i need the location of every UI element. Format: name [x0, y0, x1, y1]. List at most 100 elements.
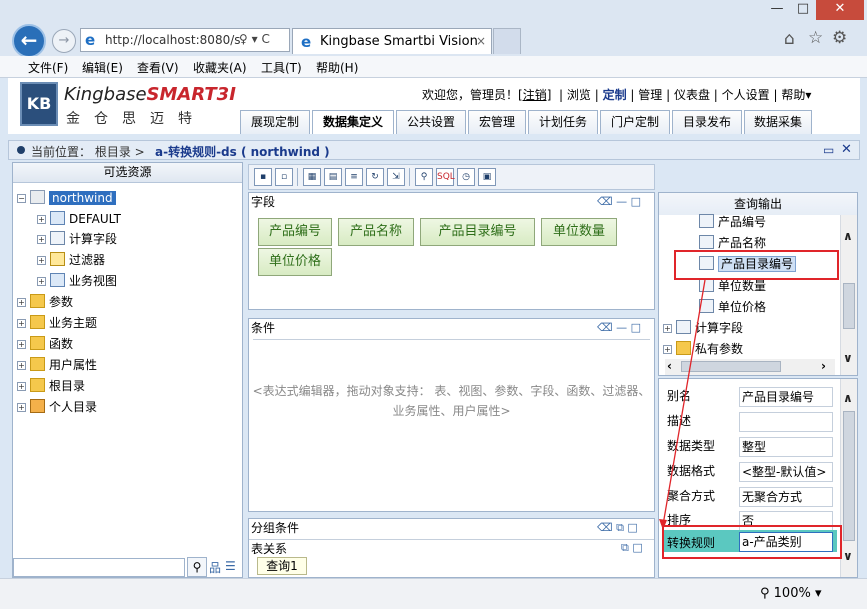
scroll-down-icon[interactable]: ∨: [843, 549, 853, 563]
link-dashboard[interactable]: 仪表盘: [674, 88, 710, 102]
save-as-icon[interactable]: ▫: [275, 168, 293, 186]
link-manage[interactable]: 管理: [638, 88, 662, 102]
tree-node-user-attributes[interactable]: + 用户属性: [17, 356, 97, 374]
address-tools[interactable]: ♀ ▾ C: [239, 32, 270, 46]
tab-close-icon[interactable]: ×: [476, 34, 486, 48]
preview-icon[interactable]: ▣: [478, 168, 496, 186]
back-icon[interactable]: ←: [12, 24, 46, 58]
prop-alias-field[interactable]: 产品目录编号: [739, 387, 833, 407]
maximize-icon[interactable]: □: [627, 521, 637, 534]
prop-data-format-field[interactable]: <整型-默认值>: [739, 462, 833, 482]
menu-help[interactable]: 帮助(H): [316, 59, 358, 76]
expand-icon[interactable]: +: [17, 403, 26, 412]
restore-icon[interactable]: ⧉: [621, 541, 629, 554]
maximize-panel-icon[interactable]: ▭: [823, 143, 834, 157]
tree-node-personal-directory[interactable]: + 个人目录: [17, 398, 97, 416]
expand-icon[interactable]: +: [37, 235, 46, 244]
sql-icon[interactable]: SQL: [436, 168, 455, 186]
tab-catalog-publish[interactable]: 目录发布: [672, 110, 742, 134]
address-text[interactable]: http://localhost:8080/s: [105, 33, 241, 47]
eraser-icon[interactable]: ⌫: [597, 521, 613, 534]
menu-edit[interactable]: 编辑(E): [82, 59, 123, 76]
tab-scheduled-tasks[interactable]: 计划任务: [528, 110, 598, 134]
eraser-icon[interactable]: ⌫: [597, 195, 613, 208]
expand-icon[interactable]: +: [17, 361, 26, 370]
field-chip[interactable]: 单位数量: [541, 218, 617, 246]
table-icon[interactable]: ▤: [324, 168, 342, 186]
menu-view[interactable]: 查看(V): [137, 59, 179, 76]
scroll-thumb[interactable]: [843, 283, 855, 329]
expand-icon[interactable]: +: [17, 319, 26, 328]
tree-node-filters[interactable]: + 过滤器: [37, 251, 105, 269]
tree-node-root-directory[interactable]: + 根目录: [17, 377, 85, 395]
clock-icon[interactable]: ◷: [457, 168, 475, 186]
field-chip[interactable]: 单位价格: [258, 248, 332, 276]
tab-portal-custom[interactable]: 门户定制: [600, 110, 670, 134]
tree-node-default[interactable]: + DEFAULT: [37, 210, 121, 228]
new-tab-button[interactable]: [493, 28, 521, 54]
gear-icon[interactable]: ⚙: [832, 28, 847, 48]
tab-presentation[interactable]: 展现定制: [240, 110, 310, 134]
save-icon[interactable]: ▪: [254, 168, 272, 186]
close-window-button[interactable]: ✕: [816, 0, 864, 20]
expand-icon[interactable]: +: [17, 298, 26, 307]
field-chip[interactable]: 产品目录编号: [420, 218, 535, 246]
property-scrollbar[interactable]: ∧ ∨: [840, 379, 857, 577]
home-icon[interactable]: ⌂: [784, 29, 795, 49]
search-icon[interactable]: ⚲: [415, 168, 433, 186]
query-tab[interactable]: 查询1: [257, 557, 307, 575]
tab-public-settings[interactable]: 公共设置: [396, 110, 466, 134]
forward-icon[interactable]: →: [52, 29, 76, 53]
maximize-icon[interactable]: □: [631, 321, 641, 334]
restore-icon[interactable]: ⧉: [616, 521, 624, 534]
expand-icon[interactable]: +: [17, 382, 26, 391]
add-table-icon[interactable]: ▦: [303, 168, 321, 186]
scroll-up-icon[interactable]: ∧: [843, 391, 853, 405]
collapse-icon[interactable]: −: [17, 194, 26, 203]
logout-link[interactable]: [注销]: [518, 88, 551, 102]
tree-node-northwind[interactable]: − northwind: [17, 189, 116, 207]
expand-icon[interactable]: +: [17, 340, 26, 349]
list-view-icon[interactable]: ☰: [225, 559, 236, 573]
output-scrollbar[interactable]: ∧ ∨: [840, 215, 857, 375]
eraser-icon[interactable]: ⌫: [597, 321, 613, 334]
menu-tools[interactable]: 工具(T): [261, 59, 302, 76]
expand-icon[interactable]: +: [37, 256, 46, 265]
minimize-button[interactable]: —: [764, 0, 790, 20]
tree-view-icon[interactable]: 品: [209, 559, 221, 576]
scroll-thumb[interactable]: [843, 411, 855, 541]
maximize-icon[interactable]: □: [631, 195, 641, 208]
scroll-down-icon[interactable]: ∨: [843, 351, 853, 365]
output-item[interactable]: 产品编号: [699, 213, 766, 231]
minimize-icon[interactable]: —: [616, 321, 627, 334]
favorites-icon[interactable]: ☆: [808, 28, 823, 48]
field-list-icon[interactable]: ≡: [345, 168, 363, 186]
tab-macro-management[interactable]: 宏管理: [468, 110, 526, 134]
expand-icon[interactable]: +: [37, 215, 46, 224]
scroll-up-icon[interactable]: ∧: [843, 229, 853, 243]
resource-search-input[interactable]: [13, 558, 185, 577]
zoom-level[interactable]: ⚲ 100% ▾: [760, 586, 822, 601]
close-panel-icon[interactable]: ✕: [841, 142, 852, 157]
search-icon[interactable]: ⚲: [187, 557, 207, 577]
link-browse[interactable]: 浏览: [567, 88, 591, 102]
maximize-button[interactable]: □: [790, 0, 816, 20]
refresh-icon[interactable]: ↻: [366, 168, 384, 186]
tree-node-calculated-fields[interactable]: + 计算字段: [37, 230, 117, 248]
tree-node-functions[interactable]: + 函数: [17, 335, 73, 353]
tree-node-business-topics[interactable]: + 业务主题: [17, 314, 97, 332]
minimize-icon[interactable]: —: [616, 195, 627, 208]
link-help[interactable]: 帮助▾: [781, 88, 811, 102]
address-bar[interactable]: e http://localhost:8080/s ♀ ▾ C: [80, 28, 290, 52]
prop-description-field[interactable]: [739, 412, 833, 432]
expand-icon[interactable]: +: [37, 277, 46, 286]
export-icon[interactable]: ⇲: [387, 168, 405, 186]
browser-tab[interactable]: e Kingbase Smartbi Vision ×: [292, 28, 492, 54]
maximize-icon[interactable]: □: [632, 541, 642, 554]
tree-node-business-views[interactable]: + 业务视图: [37, 272, 117, 290]
menu-favorites[interactable]: 收藏夹(A): [193, 59, 247, 76]
menu-file[interactable]: 文件(F): [28, 59, 68, 76]
scroll-right-icon[interactable]: ›: [821, 359, 826, 373]
prop-data-type-field[interactable]: 整型: [739, 437, 833, 457]
field-chip[interactable]: 产品名称: [338, 218, 414, 246]
